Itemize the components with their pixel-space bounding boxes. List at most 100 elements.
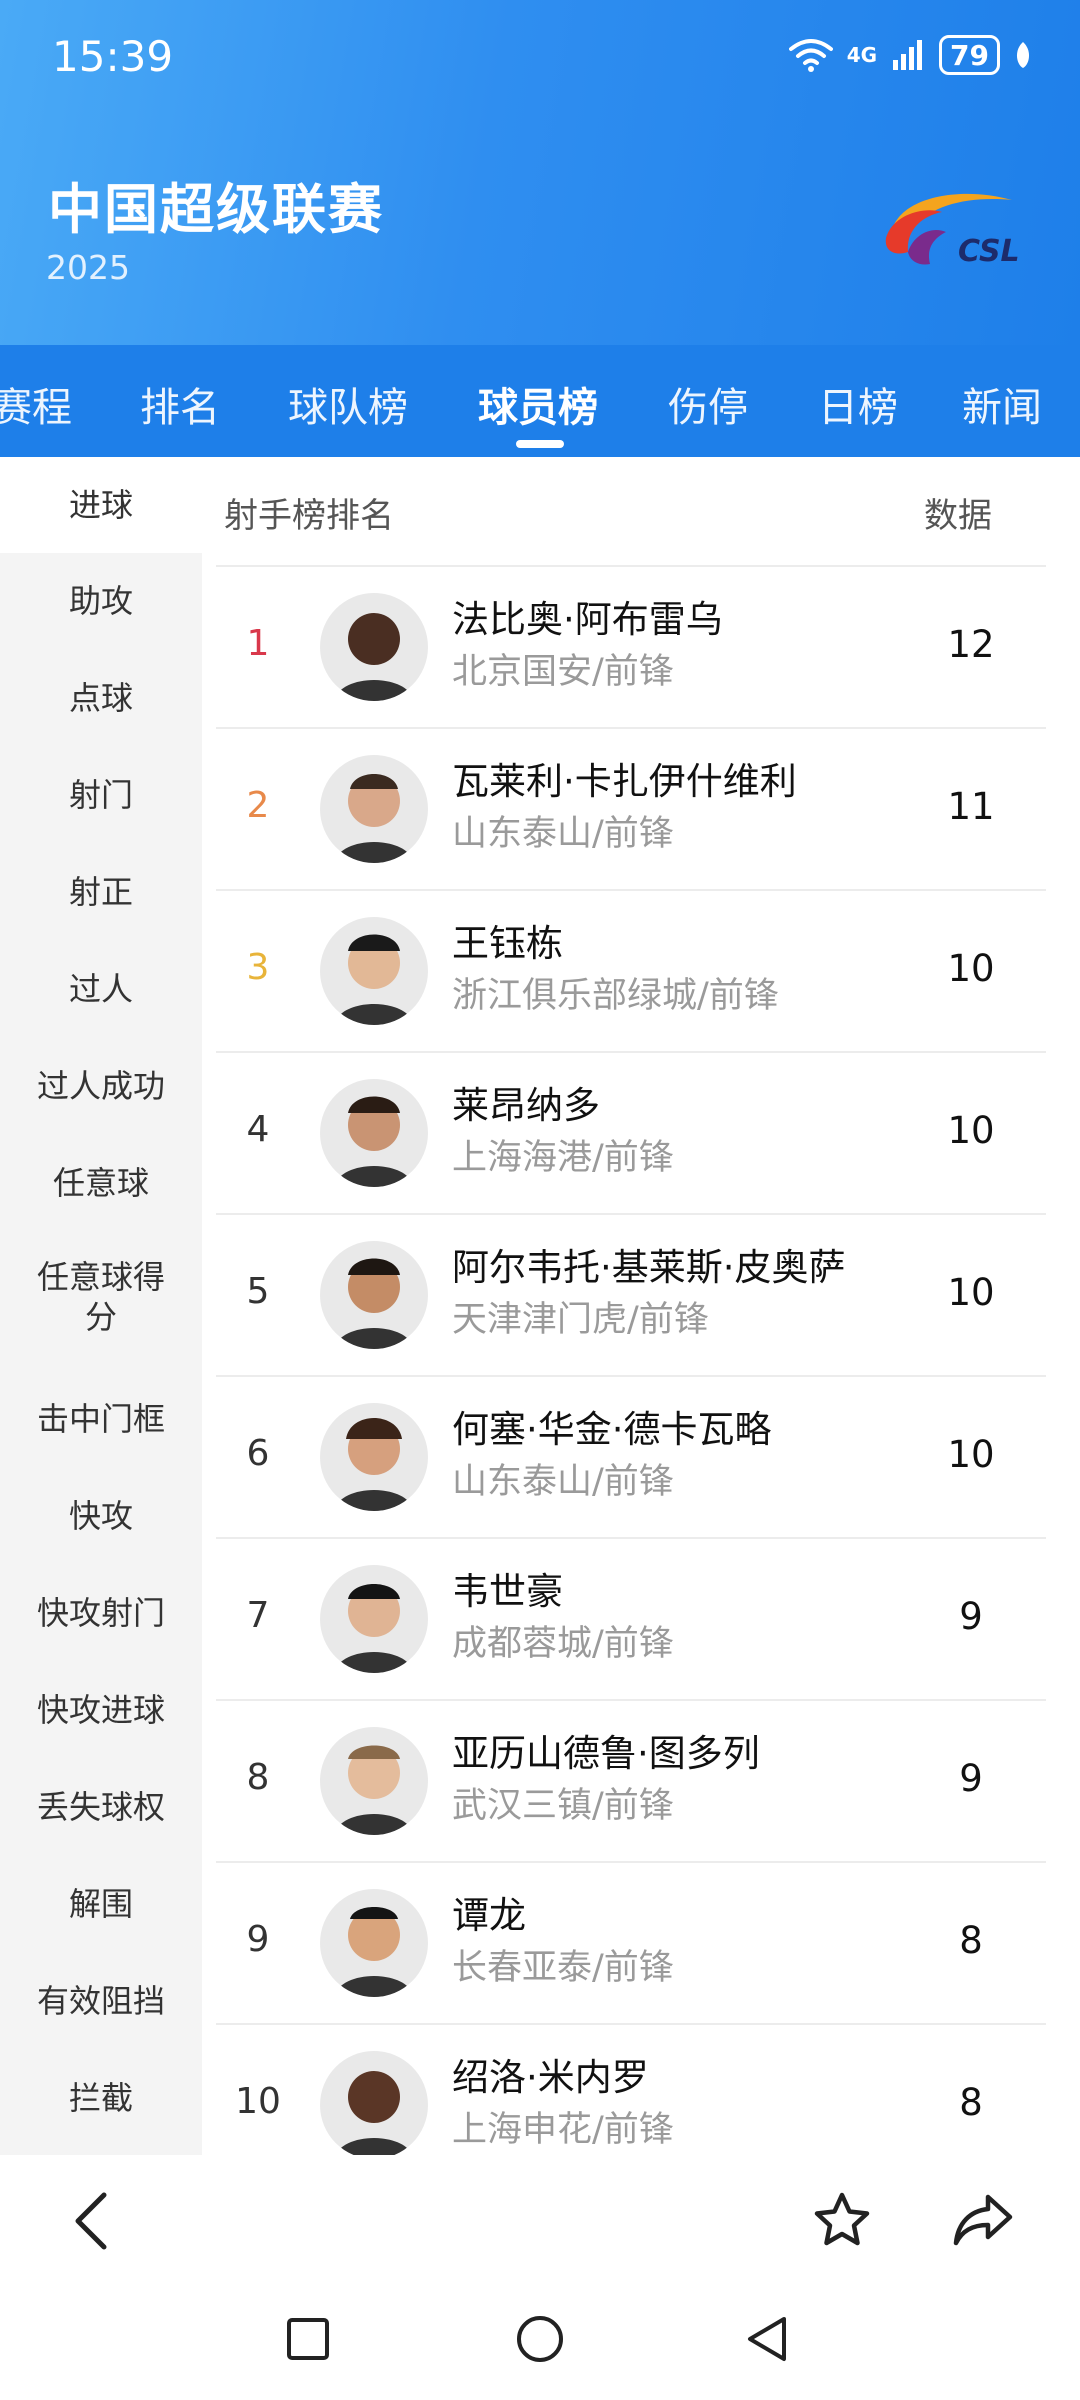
- player-name: 瓦莱利·卡扎伊什维利: [452, 760, 797, 803]
- player-name: 莱昂纳多: [452, 1084, 600, 1127]
- player-team-position: 北京国安/前锋: [452, 652, 674, 692]
- tab-daily-rankings[interactable]: 日榜: [818, 375, 898, 433]
- sidebar-item-assists[interactable]: 助攻: [0, 581, 202, 621]
- player-name: 王钰栋: [452, 922, 563, 965]
- rank-number: 5: [246, 1271, 270, 1312]
- wifi-icon: [788, 39, 833, 72]
- sidebar-item-interceptions[interactable]: 拦截: [0, 2078, 202, 2118]
- sidebar-item-woodwork[interactable]: 击中门框: [0, 1399, 202, 1439]
- tab-schedule[interactable]: 赛程: [0, 375, 72, 433]
- battery-level: 79: [950, 38, 989, 72]
- rank-number: 2: [246, 785, 270, 826]
- sidebar-item-goals[interactable]: 进球: [0, 457, 202, 553]
- sidebar-item-possession-lost[interactable]: 丢失球权: [0, 1787, 202, 1827]
- player-avatar: [320, 1889, 428, 1997]
- rank-number: 3: [246, 947, 270, 988]
- stat-value: 10: [947, 1271, 995, 1314]
- league-title: 中国超级联赛: [48, 178, 384, 241]
- player-row[interactable]: 1 法比奥·阿布雷乌 北京国安/前锋 12: [216, 565, 1046, 729]
- network-type-label: 4G: [846, 43, 878, 67]
- rank-number: 6: [246, 1433, 270, 1474]
- tab-injuries[interactable]: 伤停: [668, 375, 748, 433]
- rank-number: 10: [235, 2081, 281, 2122]
- player-row[interactable]: 3 王钰栋 浙江俱乐部绿城/前锋 10: [216, 889, 1046, 1053]
- player-avatar: [320, 2051, 428, 2159]
- home-icon[interactable]: [516, 2315, 564, 2363]
- system-back-icon[interactable]: [744, 2315, 792, 2363]
- status-icons: 4G 79: [788, 30, 1032, 80]
- player-name: 谭龙: [452, 1894, 526, 1937]
- back-arrow-icon[interactable]: [70, 2191, 114, 2251]
- active-tab-indicator: [516, 440, 564, 448]
- stat-value: 8: [959, 1919, 983, 1962]
- stat-value: 9: [959, 1595, 983, 1638]
- player-row[interactable]: 7 韦世豪 成都蓉城/前锋 9: [216, 1537, 1046, 1701]
- player-row[interactable]: 4 莱昂纳多 上海海港/前锋 10: [216, 1051, 1046, 1215]
- leaf-charging-icon: [1016, 42, 1030, 68]
- player-avatar: [320, 755, 428, 863]
- csl-logo-text: CSL: [958, 234, 1020, 269]
- sidebar-item-blocks[interactable]: 有效阻挡: [0, 1981, 202, 2021]
- player-team-position: 山东泰山/前锋: [452, 1462, 674, 1502]
- sidebar-item-free-kick-goals[interactable]: 任意球得分: [0, 1257, 202, 1337]
- list-title: 射手榜排名: [224, 496, 394, 536]
- player-team-position: 天津津门虎/前锋: [452, 1300, 709, 1340]
- sidebar-item-fast-break-goals[interactable]: 快攻进球: [0, 1690, 202, 1730]
- player-team-position: 浙江俱乐部绿城/前锋: [452, 976, 779, 1016]
- battery-indicator: 79: [939, 35, 1000, 75]
- recent-apps-icon[interactable]: [286, 2317, 330, 2361]
- player-avatar: [320, 917, 428, 1025]
- stat-value: 12: [947, 623, 995, 666]
- rank-number: 4: [246, 1109, 270, 1150]
- player-row[interactable]: 2 瓦莱利·卡扎伊什维利 山东泰山/前锋 11: [216, 727, 1046, 891]
- rank-number: 8: [246, 1757, 270, 1798]
- sidebar-item-shots-on-target[interactable]: 射正: [0, 872, 202, 912]
- player-name: 绍洛·米内罗: [452, 2056, 649, 2099]
- player-team-position: 长春亚泰/前锋: [452, 1948, 674, 1988]
- sidebar-item-penalties[interactable]: 点球: [0, 678, 202, 718]
- rank-number: 1: [246, 623, 270, 664]
- player-row[interactable]: 8 亚历山德鲁·图多列 武汉三镇/前锋 9: [216, 1699, 1046, 1863]
- share-icon[interactable]: [952, 2193, 1014, 2247]
- player-name: 法比奥·阿布雷乌: [452, 598, 723, 641]
- tab-news[interactable]: 新闻: [962, 375, 1042, 433]
- sidebar-item-dribbles[interactable]: 过人: [0, 969, 202, 1009]
- bottom-action-bar: [0, 2155, 1080, 2275]
- tab-player-rankings[interactable]: 球员榜: [478, 375, 598, 433]
- player-avatar: [320, 1079, 428, 1187]
- player-name: 何塞·华金·德卡瓦略: [452, 1408, 772, 1451]
- app-header: 15:39 4G 79 中国超级联赛 2025 CSL: [0, 0, 1080, 345]
- stat-value: 11: [947, 785, 995, 828]
- player-avatar: [320, 1241, 428, 1349]
- player-row[interactable]: 9 谭龙 长春亚泰/前锋 8: [216, 1861, 1046, 2025]
- player-avatar: [320, 1403, 428, 1511]
- sidebar-item-successful-dribbles[interactable]: 过人成功: [0, 1066, 202, 1106]
- player-row[interactable]: 5 阿尔韦托·基莱斯·皮奥萨 天津津门虎/前锋 10: [216, 1213, 1046, 1377]
- player-team-position: 武汉三镇/前锋: [452, 1786, 674, 1826]
- star-icon[interactable]: [812, 2191, 872, 2249]
- category-tabs: 赛程 排名 球队榜 球员榜 伤停 日榜 新闻: [0, 345, 1080, 457]
- player-team-position: 山东泰山/前锋: [452, 814, 674, 854]
- league-year: 2025: [46, 248, 130, 287]
- sidebar-item-shots[interactable]: 射门: [0, 775, 202, 815]
- tab-standings[interactable]: 排名: [140, 375, 220, 433]
- stat-value: 8: [959, 2081, 983, 2124]
- player-avatar: [320, 1727, 428, 1835]
- status-time: 15:39: [52, 32, 174, 81]
- player-name: 韦世豪: [452, 1570, 563, 1613]
- stat-value: 10: [947, 1109, 995, 1152]
- stat-value: 10: [947, 1433, 995, 1476]
- sidebar-item-clearances[interactable]: 解围: [0, 1884, 202, 1924]
- stat-value: 10: [947, 947, 995, 990]
- rank-number: 9: [246, 1919, 270, 1960]
- sidebar-item-fast-breaks[interactable]: 快攻: [0, 1496, 202, 1536]
- player-row[interactable]: 6 何塞·华金·德卡瓦略 山东泰山/前锋 10: [216, 1375, 1046, 1539]
- sidebar-item-fast-break-shots[interactable]: 快攻射门: [0, 1593, 202, 1633]
- sidebar-item-free-kicks[interactable]: 任意球: [0, 1163, 202, 1203]
- player-team-position: 上海海港/前锋: [452, 1138, 674, 1178]
- player-team-position: 成都蓉城/前锋: [452, 1624, 674, 1664]
- stat-value: 9: [959, 1757, 983, 1800]
- tab-team-rankings[interactable]: 球队榜: [288, 375, 408, 433]
- data-column-header: 数据: [924, 496, 992, 536]
- player-avatar: [320, 1565, 428, 1673]
